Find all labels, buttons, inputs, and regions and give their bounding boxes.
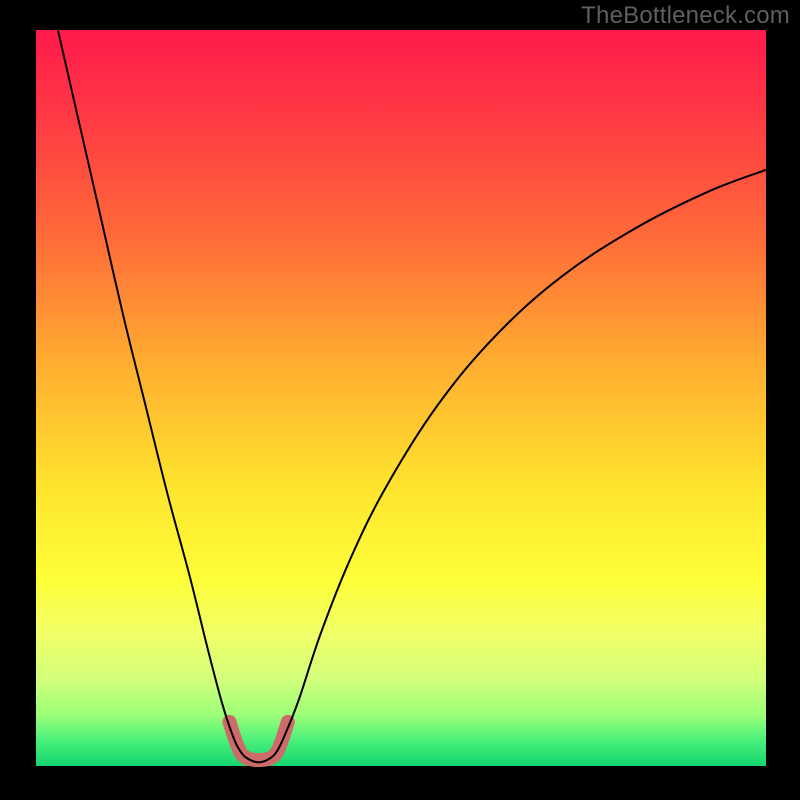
plot-area [36, 30, 766, 766]
bottleneck-plot [0, 0, 800, 800]
canvas-frame: TheBottleneck.com [0, 0, 800, 800]
